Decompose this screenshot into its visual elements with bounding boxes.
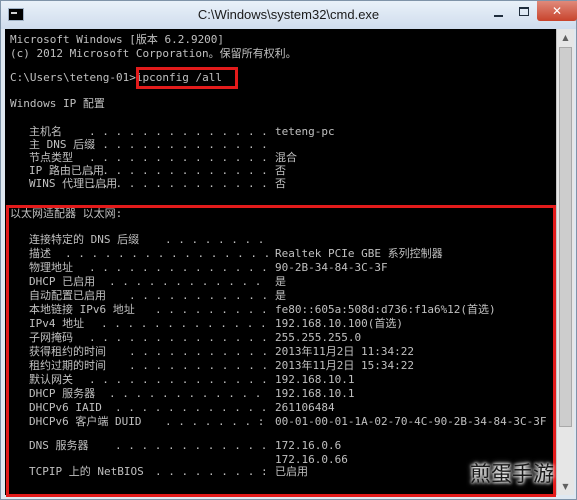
leader-dots: . . . . . . . . . . . . . . . . . :: [89, 138, 268, 151]
ip-config-label: 节点类型: [29, 151, 73, 164]
copyright-line: (c) 2012 Microsoft Corporation。保留所有权利。: [10, 47, 297, 60]
maximize-button[interactable]: [511, 1, 537, 21]
command-highlight-box: [136, 67, 238, 89]
ip-config-value: 否: [275, 164, 286, 177]
ip-config-value: teteng-pc: [275, 125, 335, 138]
scroll-up-icon[interactable]: ▲: [557, 29, 574, 46]
maximize-icon: [519, 7, 529, 16]
prompt-path: C:\Users\teteng-01>: [10, 71, 136, 84]
close-icon: ✕: [551, 4, 563, 18]
minimize-icon: [493, 15, 503, 17]
title-bar[interactable]: C:\Windows\system32\cmd.exe ✕: [1, 1, 577, 29]
watermark-logo: 煎蛋手游: [470, 462, 554, 486]
leader-dots: . . . . . . . . . . . . . . . . . :: [89, 177, 268, 190]
version-line: Microsoft Windows [版本 6.2.9200]: [10, 33, 225, 46]
cmd-window: C:\Windows\system32\cmd.exe ✕ Microsoft …: [0, 0, 577, 500]
leader-dots: . . . . . . . . . . . . . . . . . :: [89, 164, 268, 177]
ip-config-value: 混合: [275, 151, 297, 164]
leader-dots: . . . . . . . . . . . . . . . . . :: [89, 151, 268, 164]
scroll-down-icon[interactable]: ▼: [557, 478, 574, 495]
ip-config-label: 主 DNS 后缀: [29, 138, 96, 151]
vertical-scrollbar[interactable]: ▲ ▼: [556, 29, 574, 495]
leader-dots: . . . . . . . . . . . . . . . . . :: [89, 125, 268, 138]
ip-config-value: 否: [275, 177, 286, 190]
ip-config-label: 主机名: [29, 125, 62, 138]
scrollbar-thumb[interactable]: [559, 47, 572, 427]
minimize-button[interactable]: [485, 1, 511, 21]
adapter-highlight-box: [6, 205, 556, 497]
windows-ip-heading: Windows IP 配置: [10, 97, 105, 110]
close-button[interactable]: ✕: [537, 1, 577, 21]
